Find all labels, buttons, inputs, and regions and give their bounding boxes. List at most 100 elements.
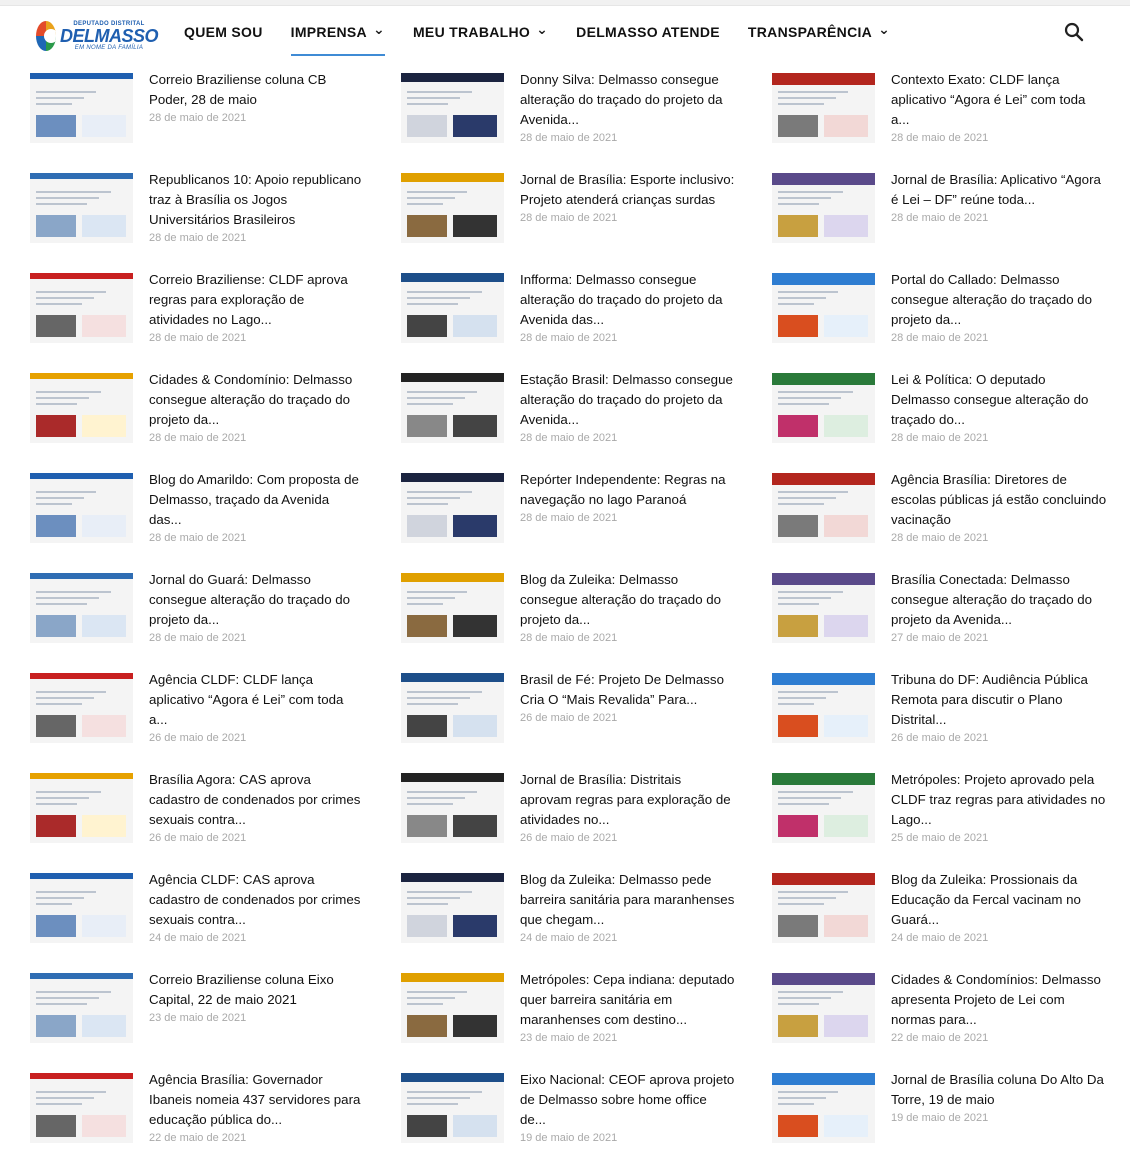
post-title-link[interactable]: Metrópoles: Cepa indiana: deputado quer … (520, 970, 736, 1030)
post-card[interactable]: Jornal do Guará: Delmasso consegue alter… (30, 570, 401, 670)
site-logo[interactable]: DEPUTADO DISTRITAL DELMASSO EM NOME DA F… (36, 18, 159, 54)
post-thumbnail[interactable] (30, 973, 133, 1043)
post-card[interactable]: Blog da Zuleika: Delmasso consegue alter… (401, 570, 772, 670)
post-title-link[interactable]: Eixo Nacional: CEOF aprova projeto de De… (520, 1070, 736, 1130)
post-card[interactable]: Infforma: Delmasso consegue alteração do… (401, 270, 772, 370)
post-card[interactable]: Agência Brasília: Diretores de escolas p… (772, 470, 1120, 570)
post-thumbnail[interactable] (30, 1073, 133, 1143)
post-thumbnail[interactable] (401, 473, 504, 543)
post-title-link[interactable]: Infforma: Delmasso consegue alteração do… (520, 270, 736, 330)
post-thumbnail[interactable] (772, 673, 875, 743)
post-card[interactable]: Jornal de Brasília: Esporte inclusivo: P… (401, 170, 772, 270)
post-thumbnail[interactable] (30, 73, 133, 143)
post-thumbnail[interactable] (401, 773, 504, 843)
post-title-link[interactable]: Brasil de Fé: Projeto De Delmasso Cria O… (520, 670, 736, 710)
post-title-link[interactable]: Blog da Zuleika: Delmasso consegue alter… (520, 570, 736, 630)
post-thumbnail[interactable] (401, 873, 504, 943)
post-card[interactable]: Eixo Nacional: CEOF aprova projeto de De… (401, 1070, 772, 1164)
nav-item-delmasso-atende[interactable]: DELMASSO ATENDE (562, 8, 734, 56)
post-thumbnail[interactable] (772, 73, 875, 143)
post-card[interactable]: Correio Braziliense coluna CB Poder, 28 … (30, 70, 401, 170)
post-title-link[interactable]: Brasília Agora: CAS aprova cadastro de c… (149, 770, 365, 830)
post-card[interactable]: Agência CLDF: CLDF lança aplicativo “Ago… (30, 670, 401, 770)
post-title-link[interactable]: Portal do Callado: Delmasso consegue alt… (891, 270, 1107, 330)
post-thumbnail[interactable] (401, 573, 504, 643)
post-title-link[interactable]: Jornal de Brasília: Aplicativo “Agora é … (891, 170, 1107, 210)
post-title-link[interactable]: Agência Brasília: Diretores de escolas p… (891, 470, 1107, 530)
post-thumbnail[interactable] (401, 273, 504, 343)
post-card[interactable]: Blog da Zuleika: Prossionais da Educação… (772, 870, 1120, 970)
post-thumbnail[interactable] (30, 773, 133, 843)
post-thumbnail[interactable] (772, 373, 875, 443)
post-title-link[interactable]: Brasília Conectada: Delmasso consegue al… (891, 570, 1107, 630)
post-title-link[interactable]: Blog da Zuleika: Delmasso pede barreira … (520, 870, 736, 930)
post-card[interactable]: Jornal de Brasília coluna Do Alto Da Tor… (772, 1070, 1120, 1164)
post-card[interactable]: Brasil de Fé: Projeto De Delmasso Cria O… (401, 670, 772, 770)
post-card[interactable]: Brasília Conectada: Delmasso consegue al… (772, 570, 1120, 670)
post-title-link[interactable]: Blog do Amarildo: Com proposta de Delmas… (149, 470, 365, 530)
post-title-link[interactable]: Correio Braziliense coluna CB Poder, 28 … (149, 70, 365, 110)
post-title-link[interactable]: Jornal de Brasília coluna Do Alto Da Tor… (891, 1070, 1107, 1110)
post-thumbnail[interactable] (30, 373, 133, 443)
post-title-link[interactable]: Contexto Exato: CLDF lança aplicativo “A… (891, 70, 1107, 130)
post-title-link[interactable]: Jornal do Guará: Delmasso consegue alter… (149, 570, 365, 630)
post-title-link[interactable]: Jornal de Brasília: Esporte inclusivo: P… (520, 170, 736, 210)
nav-item-imprensa[interactable]: IMPRENSA ⌄ (277, 8, 399, 56)
post-card[interactable]: Estação Brasil: Delmasso consegue altera… (401, 370, 772, 470)
post-thumbnail[interactable] (401, 973, 504, 1043)
post-title-link[interactable]: Agência Brasília: Governador Ibaneis nom… (149, 1070, 365, 1130)
post-thumbnail[interactable] (772, 473, 875, 543)
post-card[interactable]: Lei & Política: O deputado Delmasso cons… (772, 370, 1120, 470)
post-thumbnail[interactable] (30, 573, 133, 643)
post-card[interactable]: Portal do Callado: Delmasso consegue alt… (772, 270, 1120, 370)
post-card[interactable]: Metrópoles: Projeto aprovado pela CLDF t… (772, 770, 1120, 870)
post-thumbnail[interactable] (772, 1073, 875, 1143)
post-title-link[interactable]: Cidades & Condomínios: Delmasso apresent… (891, 970, 1107, 1030)
post-title-link[interactable]: Metrópoles: Projeto aprovado pela CLDF t… (891, 770, 1107, 830)
post-thumbnail[interactable] (30, 473, 133, 543)
post-title-link[interactable]: Cidades & Condomínio: Delmasso consegue … (149, 370, 365, 430)
post-thumbnail[interactable] (30, 873, 133, 943)
post-card[interactable]: Correio Braziliense: CLDF aprova regras … (30, 270, 401, 370)
post-title-link[interactable]: Blog da Zuleika: Prossionais da Educação… (891, 870, 1107, 930)
post-card[interactable]: Jornal de Brasília: Distritais aprovam r… (401, 770, 772, 870)
post-thumbnail[interactable] (772, 273, 875, 343)
post-card[interactable]: Brasília Agora: CAS aprova cadastro de c… (30, 770, 401, 870)
post-card[interactable]: Jornal de Brasília: Aplicativo “Agora é … (772, 170, 1120, 270)
post-thumbnail[interactable] (30, 273, 133, 343)
post-thumbnail[interactable] (401, 173, 504, 243)
post-card[interactable]: Blog da Zuleika: Delmasso pede barreira … (401, 870, 772, 970)
post-thumbnail[interactable] (772, 173, 875, 243)
post-card[interactable]: Blog do Amarildo: Com proposta de Delmas… (30, 470, 401, 570)
post-card[interactable]: Donny Silva: Delmasso consegue alteração… (401, 70, 772, 170)
post-thumbnail[interactable] (772, 773, 875, 843)
post-thumbnail[interactable] (30, 173, 133, 243)
post-card[interactable]: Metrópoles: Cepa indiana: deputado quer … (401, 970, 772, 1070)
post-title-link[interactable]: Donny Silva: Delmasso consegue alteração… (520, 70, 736, 130)
post-title-link[interactable]: Tribuna do DF: Audiência Pública Remota … (891, 670, 1107, 730)
post-thumbnail[interactable] (30, 673, 133, 743)
post-thumbnail[interactable] (401, 673, 504, 743)
post-card[interactable]: Correio Braziliense coluna Eixo Capital,… (30, 970, 401, 1070)
search-button[interactable] (1062, 20, 1086, 44)
nav-item-meu-trabalho[interactable]: MEU TRABALHO ⌄ (399, 8, 562, 56)
post-thumbnail[interactable] (772, 573, 875, 643)
post-card[interactable]: Tribuna do DF: Audiência Pública Remota … (772, 670, 1120, 770)
post-title-link[interactable]: Lei & Política: O deputado Delmasso cons… (891, 370, 1107, 430)
nav-item-quem-sou[interactable]: QUEM SOU (170, 8, 277, 56)
post-card[interactable]: Agência CLDF: CAS aprova cadastro de con… (30, 870, 401, 970)
post-card[interactable]: Agência Brasília: Governador Ibaneis nom… (30, 1070, 401, 1164)
post-thumbnail[interactable] (401, 73, 504, 143)
post-thumbnail[interactable] (772, 973, 875, 1043)
post-title-link[interactable]: Jornal de Brasília: Distritais aprovam r… (520, 770, 736, 830)
post-card[interactable]: Cidades & Condomínio: Delmasso consegue … (30, 370, 401, 470)
post-thumbnail[interactable] (401, 1073, 504, 1143)
post-title-link[interactable]: Correio Braziliense coluna Eixo Capital,… (149, 970, 365, 1010)
post-thumbnail[interactable] (401, 373, 504, 443)
post-title-link[interactable]: Correio Braziliense: CLDF aprova regras … (149, 270, 365, 330)
nav-item-transpar-ncia[interactable]: TRANSPARÊNCIA ⌄ (734, 8, 904, 56)
post-card[interactable]: Repórter Independente: Regras na navegaç… (401, 470, 772, 570)
post-title-link[interactable]: Agência CLDF: CAS aprova cadastro de con… (149, 870, 365, 930)
post-title-link[interactable]: Republicanos 10: Apoio republicano traz … (149, 170, 365, 230)
post-card[interactable]: Cidades & Condomínios: Delmasso apresent… (772, 970, 1120, 1070)
